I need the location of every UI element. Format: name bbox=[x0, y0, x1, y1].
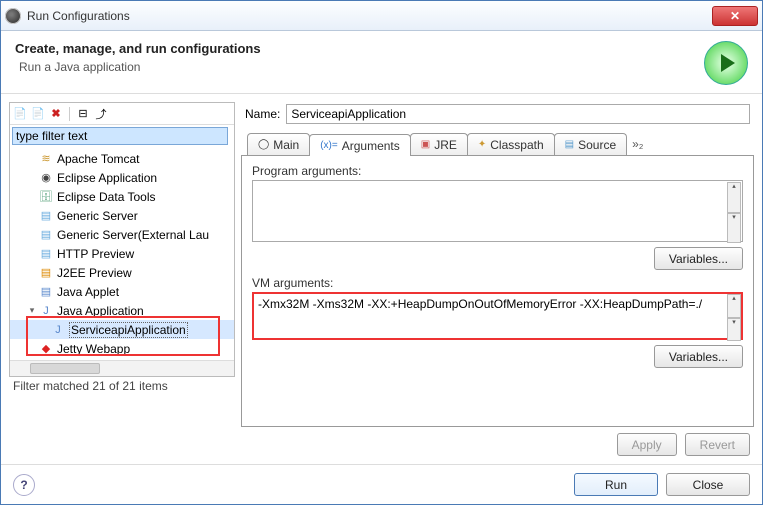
tree-item[interactable]: ▤Java Applet bbox=[10, 282, 234, 301]
tree-label: ServiceapiApplication bbox=[69, 322, 188, 338]
toolbar-separator bbox=[69, 107, 70, 121]
tree-label: Generic Server bbox=[57, 209, 138, 223]
tree-label: Generic Server(External Lau bbox=[57, 228, 209, 242]
tree-label: Eclipse Data Tools bbox=[57, 190, 156, 204]
vm-args-label: VM arguments: bbox=[252, 276, 743, 290]
type-icon: ▤ bbox=[38, 227, 54, 243]
tab-overflow[interactable]: »₂ bbox=[626, 137, 649, 151]
vm-args-input[interactable]: -Xmx32M -Xms32M -XX:+HeapDumpOnOutOfMemo… bbox=[252, 292, 743, 340]
tab-main[interactable]: ◯Main bbox=[247, 133, 310, 155]
app-icon bbox=[5, 8, 21, 24]
tree-item[interactable]: ◉Eclipse Application bbox=[10, 168, 234, 187]
tab-classpath[interactable]: ✦Classpath bbox=[467, 133, 555, 155]
collapse-all-button[interactable]: ⤴ bbox=[93, 106, 109, 122]
header-title: Create, manage, and run configurations bbox=[15, 41, 704, 56]
close-button[interactable]: Close bbox=[666, 473, 750, 496]
tree-item[interactable]: ◆ Jetty Webapp bbox=[10, 339, 234, 358]
type-icon: ▤ bbox=[38, 265, 54, 281]
tree-toolbar: 📄 📄 ✖ ⊟ ⤴ bbox=[10, 103, 234, 125]
jre-tab-icon: ▣ bbox=[421, 139, 430, 150]
tree-label: HTTP Preview bbox=[57, 247, 134, 261]
new-config-button[interactable]: 📄 bbox=[12, 106, 28, 122]
spinner-up-icon[interactable]: ▴ bbox=[727, 182, 741, 213]
tree-item[interactable]: ▤J2EE Preview bbox=[10, 263, 234, 282]
tree-label: Java Application bbox=[57, 304, 144, 318]
horizontal-scrollbar[interactable] bbox=[10, 360, 234, 376]
arguments-tab-icon: (x)= bbox=[320, 140, 338, 151]
type-icon: ▤ bbox=[38, 284, 54, 300]
vm-variables-button[interactable]: Variables... bbox=[654, 345, 743, 368]
tree-label: Eclipse Application bbox=[57, 171, 157, 185]
tree-item[interactable]: ▤Generic Server(External Lau bbox=[10, 225, 234, 244]
filter-status: Filter matched 21 of 21 items bbox=[9, 377, 235, 395]
filter-input[interactable] bbox=[12, 127, 228, 145]
revert-button[interactable]: Revert bbox=[685, 433, 750, 456]
tree-label: J2EE Preview bbox=[57, 266, 132, 280]
header: Create, manage, and run configurations R… bbox=[1, 31, 762, 94]
config-tree[interactable]: ≋Apache Tomcat◉Eclipse Application🗄Eclip… bbox=[10, 147, 234, 360]
tree-label: Jetty Webapp bbox=[57, 342, 130, 356]
spinner-down-icon[interactable]: ▾ bbox=[727, 318, 741, 342]
apply-button[interactable]: Apply bbox=[617, 433, 677, 456]
tree-label: Apache Tomcat bbox=[57, 152, 140, 166]
program-args-label: Program arguments: bbox=[252, 164, 743, 178]
java-app-icon: J bbox=[38, 303, 54, 319]
tree-item[interactable]: ▤Generic Server bbox=[10, 206, 234, 225]
tab-arguments[interactable]: (x)=Arguments bbox=[309, 134, 411, 156]
help-button[interactable]: ? bbox=[13, 474, 35, 496]
name-input[interactable] bbox=[286, 104, 750, 124]
classpath-tab-icon: ✦ bbox=[478, 139, 486, 150]
titlebar: Run Configurations ✕ bbox=[1, 1, 762, 31]
type-icon: ▤ bbox=[38, 246, 54, 262]
source-tab-icon: ▤ bbox=[565, 139, 574, 150]
name-label: Name: bbox=[245, 107, 280, 121]
spinner-down-icon[interactable]: ▾ bbox=[727, 213, 741, 244]
tab-source[interactable]: ▤Source bbox=[554, 133, 627, 155]
program-args-input[interactable] bbox=[252, 180, 743, 242]
tree-item[interactable]: ≋Apache Tomcat bbox=[10, 149, 234, 168]
right-pane: Name: ◯Main (x)=Arguments ▣JRE ✦Classpat… bbox=[241, 102, 754, 456]
run-large-icon bbox=[704, 41, 748, 85]
program-variables-button[interactable]: Variables... bbox=[654, 247, 743, 270]
jetty-icon: ◆ bbox=[38, 341, 54, 357]
type-icon: 🗄 bbox=[38, 189, 54, 205]
window-close-button[interactable]: ✕ bbox=[712, 6, 758, 26]
type-icon: ≋ bbox=[38, 151, 54, 167]
tab-bar: ◯Main (x)=Arguments ▣JRE ✦Classpath ▤Sou… bbox=[241, 132, 754, 156]
tree-item-selected[interactable]: J ServiceapiApplication bbox=[10, 320, 234, 339]
java-launch-icon: J bbox=[50, 322, 66, 338]
tree-item[interactable]: ▤HTTP Preview bbox=[10, 244, 234, 263]
tab-jre[interactable]: ▣JRE bbox=[410, 133, 468, 155]
tree-item[interactable]: 🗄Eclipse Data Tools bbox=[10, 187, 234, 206]
window-title: Run Configurations bbox=[27, 9, 712, 23]
dialog-footer: ? Run Close bbox=[1, 464, 762, 504]
tree-twisty-icon[interactable]: ▾ bbox=[26, 305, 38, 316]
main-tab-icon: ◯ bbox=[258, 139, 269, 150]
header-subtitle: Run a Java application bbox=[19, 60, 704, 74]
tree-label: Java Applet bbox=[57, 285, 119, 299]
type-icon: ▤ bbox=[38, 208, 54, 224]
type-icon: ◉ bbox=[38, 170, 54, 186]
delete-button[interactable]: ✖ bbox=[48, 106, 64, 122]
tree-item[interactable]: ▾ J Java Application bbox=[10, 301, 234, 320]
run-button[interactable]: Run bbox=[574, 473, 658, 496]
expand-all-button[interactable]: ⊟ bbox=[75, 106, 91, 122]
left-pane: 📄 📄 ✖ ⊟ ⤴ ≋Apache Tomcat◉Eclipse Applica… bbox=[9, 102, 235, 456]
spinner-up-icon[interactable]: ▴ bbox=[727, 294, 741, 318]
duplicate-button[interactable]: 📄 bbox=[30, 106, 46, 122]
arguments-panel: Program arguments: ▴▾ Variables... VM ar… bbox=[241, 156, 754, 427]
